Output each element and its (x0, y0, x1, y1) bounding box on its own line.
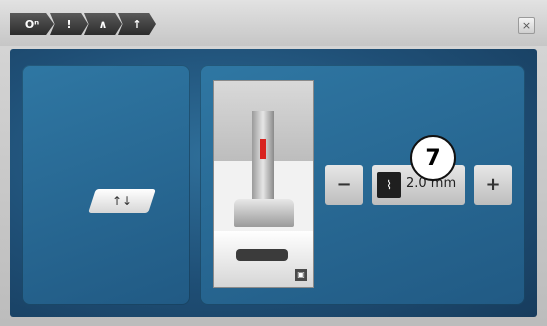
foot-pressure-icon: ↑ (132, 17, 142, 31)
preview-base-mark (236, 249, 288, 261)
screen-frame: Oⁿ ! ∧ ↑ × ↑↓ ▣ − ⌇ 2.0 mm + 7 (0, 0, 547, 326)
left-panel: ↑↓ (22, 65, 190, 305)
decrease-button[interactable]: − (325, 165, 363, 205)
zoom-button[interactable]: ▣ (295, 269, 307, 281)
breadcrumb-presser-foot[interactable]: ∧ (84, 13, 122, 35)
presser-foot-lift-icon: ↑↓ (111, 194, 133, 208)
zoom-icon: ▣ (297, 270, 305, 279)
presser-foot-icon: ∧ (98, 17, 108, 31)
preview-needle (260, 139, 266, 159)
preview-foot (234, 199, 294, 227)
close-icon: × (521, 19, 532, 32)
breadcrumb-info[interactable]: ! (50, 13, 88, 35)
settings-key-icon: Oⁿ (24, 17, 40, 31)
plus-icon: + (485, 174, 501, 195)
breadcrumb: Oⁿ ! ∧ ↑ (10, 13, 156, 35)
top-bar: Oⁿ ! ∧ ↑ × (0, 0, 547, 46)
presser-foot-preview-image: ▣ (213, 80, 314, 288)
minus-icon: − (336, 174, 352, 195)
info-icon: ! (66, 17, 72, 31)
breadcrumb-foot-pressure[interactable]: ↑ (118, 13, 156, 35)
breadcrumb-settings[interactable]: Oⁿ (10, 13, 54, 35)
presser-foot-pressure-icon: ⌇ (377, 172, 401, 198)
close-button[interactable]: × (518, 17, 535, 34)
increase-button[interactable]: + (474, 165, 512, 205)
presser-foot-button[interactable]: ↑↓ (88, 189, 156, 213)
callout-label: 7 (425, 145, 441, 171)
callout-number: 7 (410, 135, 456, 181)
